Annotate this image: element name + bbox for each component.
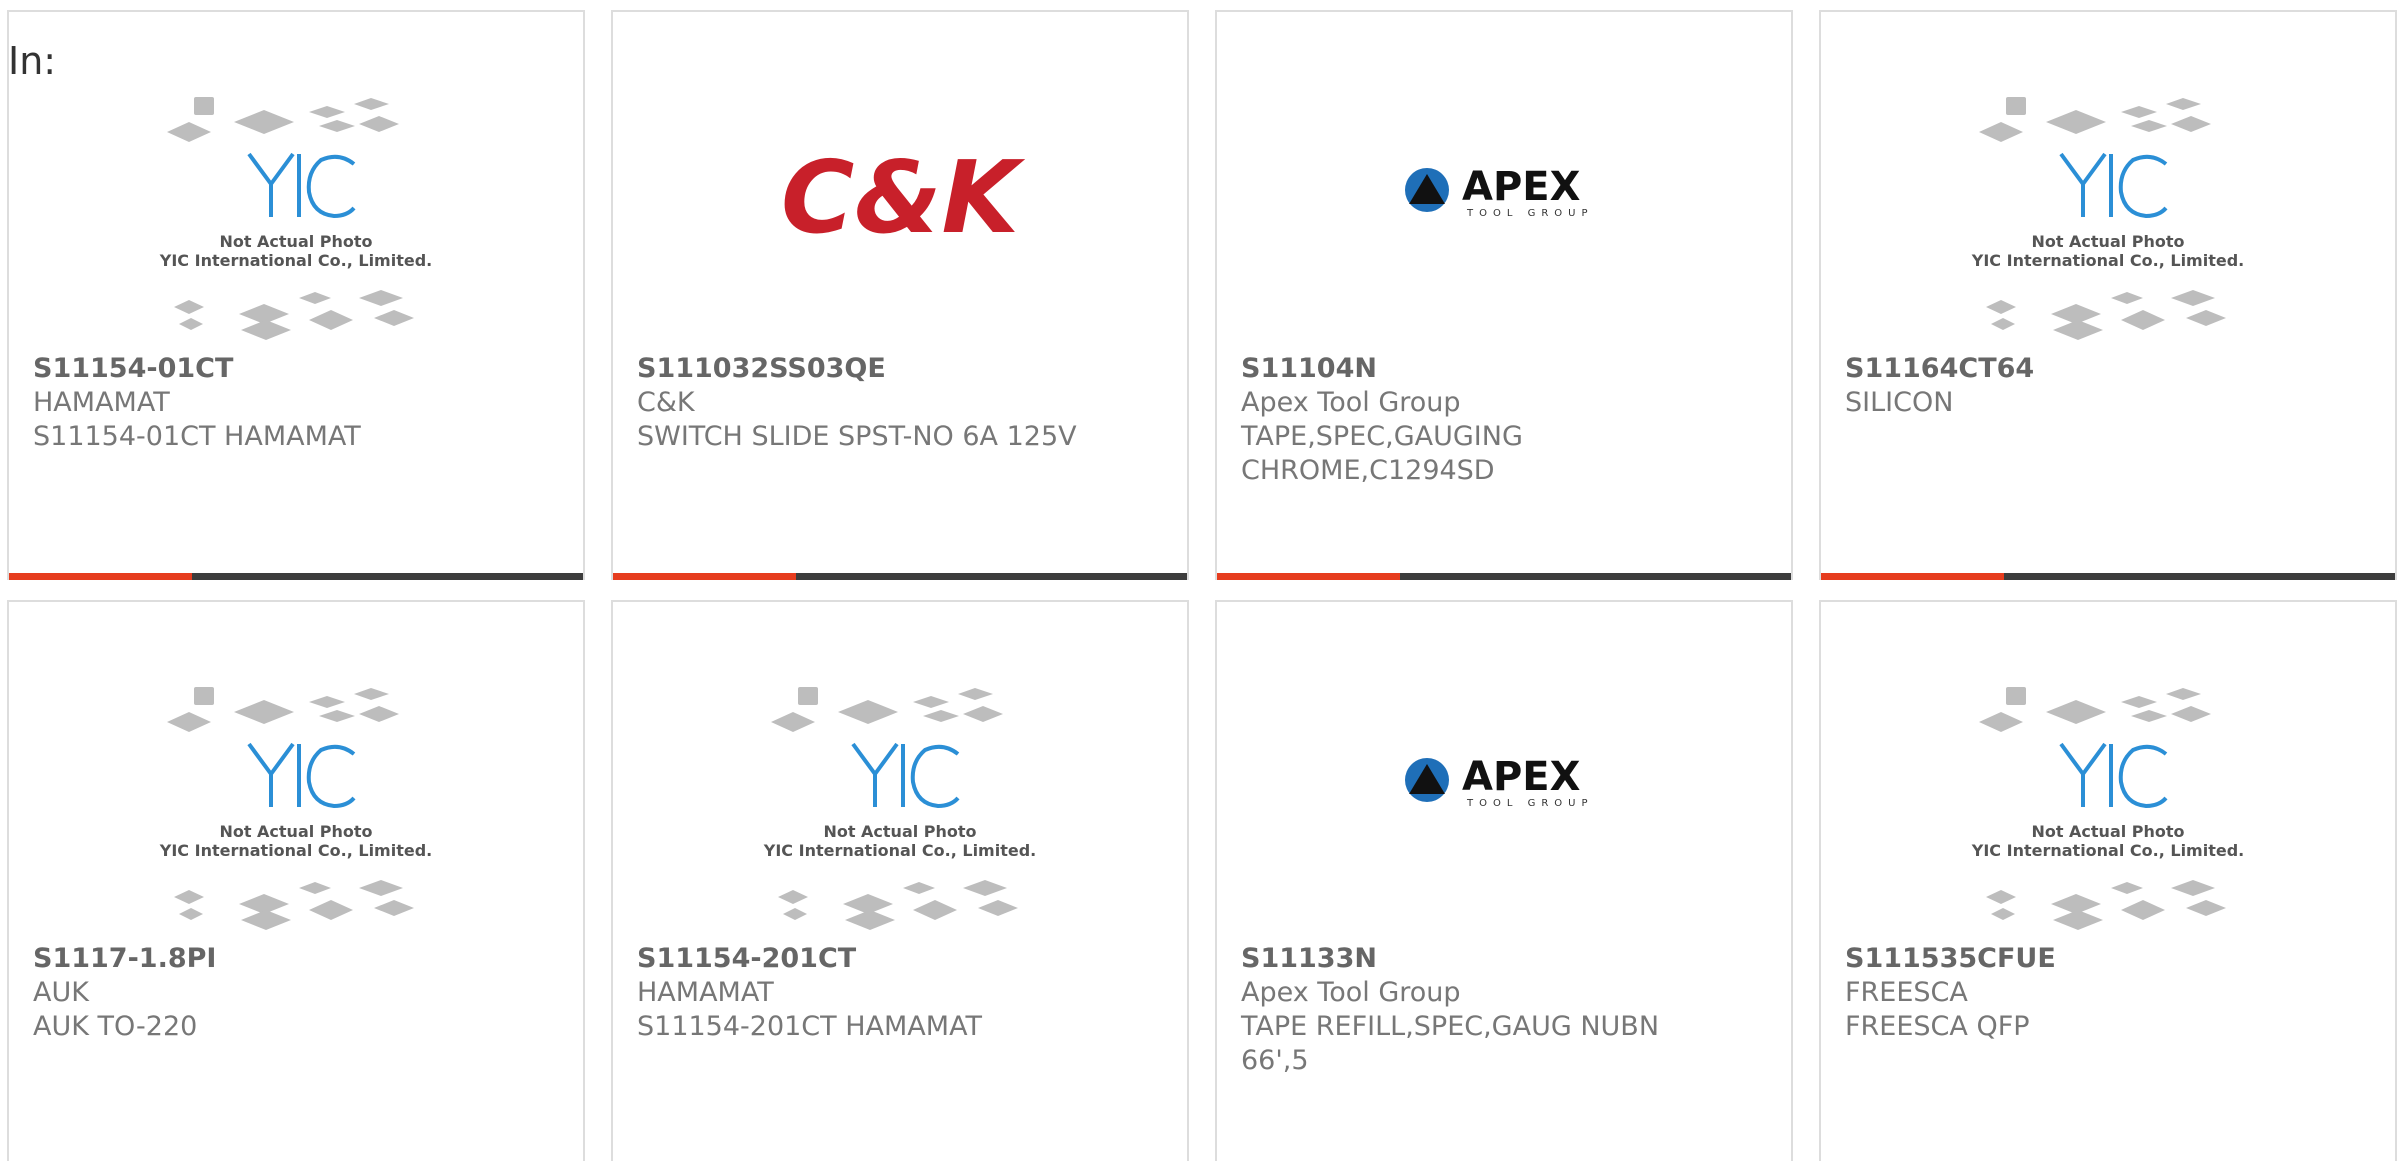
apex-logo-image: APEX TOOL GROUP (1405, 754, 1594, 809)
product-image-placeholder: Not Actual Photo YIC International Co., … (159, 687, 432, 930)
manufacturer: HAMAMAT (637, 977, 774, 1008)
product-card[interactable]: Not Actual Photo YIC International Co., … (611, 600, 1189, 1161)
placeholder-line1: Not Actual Photo (219, 232, 372, 251)
placeholder-line2: YIC International Co., Limited. (1971, 841, 2244, 860)
product-card[interactable]: APEX TOOL GROUP S11133N Apex Tool Group … (1215, 600, 1793, 1161)
part-number[interactable]: S111535CFUE (1845, 942, 2375, 976)
product-info: S111032SS03QE C&K SWITCH SLIDE SPST-NO 6… (637, 352, 1167, 454)
ck-logo-text: C&K (781, 139, 1026, 256)
placeholder-line1: Not Actual Photo (219, 822, 372, 841)
product-card[interactable]: C&K S111032SS03QE C&K SWITCH SLIDE SPST-… (611, 10, 1189, 580)
description: AUK TO-220 (33, 1011, 198, 1042)
part-number[interactable]: S11104N (1241, 352, 1771, 386)
product-image-placeholder: Not Actual Photo YIC International Co., … (159, 97, 432, 340)
manufacturer: FREESCA (1845, 977, 1968, 1008)
description-line2: 66',5 (1241, 1045, 1309, 1076)
placeholder-line2: YIC International Co., Limited. (159, 841, 432, 860)
ck-logo-image: C&K (781, 139, 1026, 256)
manufacturer: C&K (637, 387, 695, 418)
card-footer-bar (1217, 573, 1791, 580)
description-line2: CHROME,C1294SD (1241, 455, 1495, 486)
apex-logo-text: APEX (1462, 754, 1581, 800)
manufacturer: AUK (33, 977, 89, 1008)
product-info: S11154-01CT HAMAMAT S11154-01CT HAMAMAT (33, 352, 563, 454)
description: S11154-201CT HAMAMAT (637, 1011, 982, 1042)
product-info: S11133N Apex Tool Group TAPE REFILL,SPEC… (1241, 942, 1771, 1078)
apex-logo-text: APEX (1462, 164, 1581, 210)
product-card[interactable]: APEX TOOL GROUP S11104N Apex Tool Group … (1215, 10, 1793, 580)
product-card[interactable]: Not Actual Photo YIC International Co., … (1819, 10, 2397, 580)
description: FREESCA QFP (1845, 1011, 2030, 1042)
product-info: S111535CFUE FREESCA FREESCA QFP (1845, 942, 2375, 1044)
part-number[interactable]: S111032SS03QE (637, 352, 1167, 386)
placeholder-line1: Not Actual Photo (823, 822, 976, 841)
description: SWITCH SLIDE SPST-NO 6A 125V (637, 421, 1077, 452)
product-info: S1117-1.8PI AUK AUK TO-220 (33, 942, 563, 1044)
manufacturer: Apex Tool Group (1241, 387, 1461, 418)
manufacturer: HAMAMAT (33, 387, 170, 418)
placeholder-line1: Not Actual Photo (2031, 822, 2184, 841)
description: S11154-01CT HAMAMAT (33, 421, 361, 452)
part-number[interactable]: S1117-1.8PI (33, 942, 563, 976)
product-image-placeholder: Not Actual Photo YIC International Co., … (1971, 97, 2244, 340)
part-number[interactable]: S11154-201CT (637, 942, 1167, 976)
product-card[interactable]: Not Actual Photo YIC International Co., … (7, 10, 585, 580)
product-info: S11154-201CT HAMAMAT S11154-201CT HAMAMA… (637, 942, 1167, 1044)
product-image-placeholder: Not Actual Photo YIC International Co., … (1971, 687, 2244, 930)
accent-bar (9, 573, 192, 580)
placeholder-line2: YIC International Co., Limited. (159, 251, 432, 270)
accent-bar (1821, 573, 2004, 580)
placeholder-line2: YIC International Co., Limited. (1971, 251, 2244, 270)
part-number[interactable]: S11154-01CT (33, 352, 563, 386)
product-card[interactable]: Not Actual Photo YIC International Co., … (1819, 600, 2397, 1161)
part-number[interactable]: S11164CT64 (1845, 352, 2375, 386)
accent-bar (613, 573, 796, 580)
product-image-placeholder: Not Actual Photo YIC International Co., … (763, 687, 1036, 930)
filter-label: In: (8, 39, 57, 83)
product-info: S11164CT64 SILICON (1845, 352, 2375, 420)
apex-logo-sub: TOOL GROUP (1466, 208, 1594, 219)
apex-logo-sub: TOOL GROUP (1466, 798, 1594, 809)
description: TAPE REFILL,SPEC,GAUG NUBN (1241, 1011, 1660, 1042)
card-footer-bar (1821, 573, 2395, 580)
apex-logo-image: APEX TOOL GROUP (1405, 164, 1594, 219)
product-card[interactable]: Not Actual Photo YIC International Co., … (7, 600, 585, 1161)
part-number[interactable]: S11133N (1241, 942, 1771, 976)
card-footer-bar (9, 573, 583, 580)
card-footer-bar (613, 573, 1187, 580)
product-info: S11104N Apex Tool Group TAPE,SPEC,GAUGIN… (1241, 352, 1771, 488)
placeholder-line1: Not Actual Photo (2031, 232, 2184, 251)
accent-bar (1217, 573, 1400, 580)
description: TAPE,SPEC,GAUGING (1241, 421, 1523, 452)
manufacturer: Apex Tool Group (1241, 977, 1461, 1008)
manufacturer: SILICON (1845, 387, 1954, 418)
product-grid-page: In: Not Actual Photo YIC International C… (0, 0, 2400, 1161)
placeholder-line2: YIC International Co., Limited. (763, 841, 1036, 860)
